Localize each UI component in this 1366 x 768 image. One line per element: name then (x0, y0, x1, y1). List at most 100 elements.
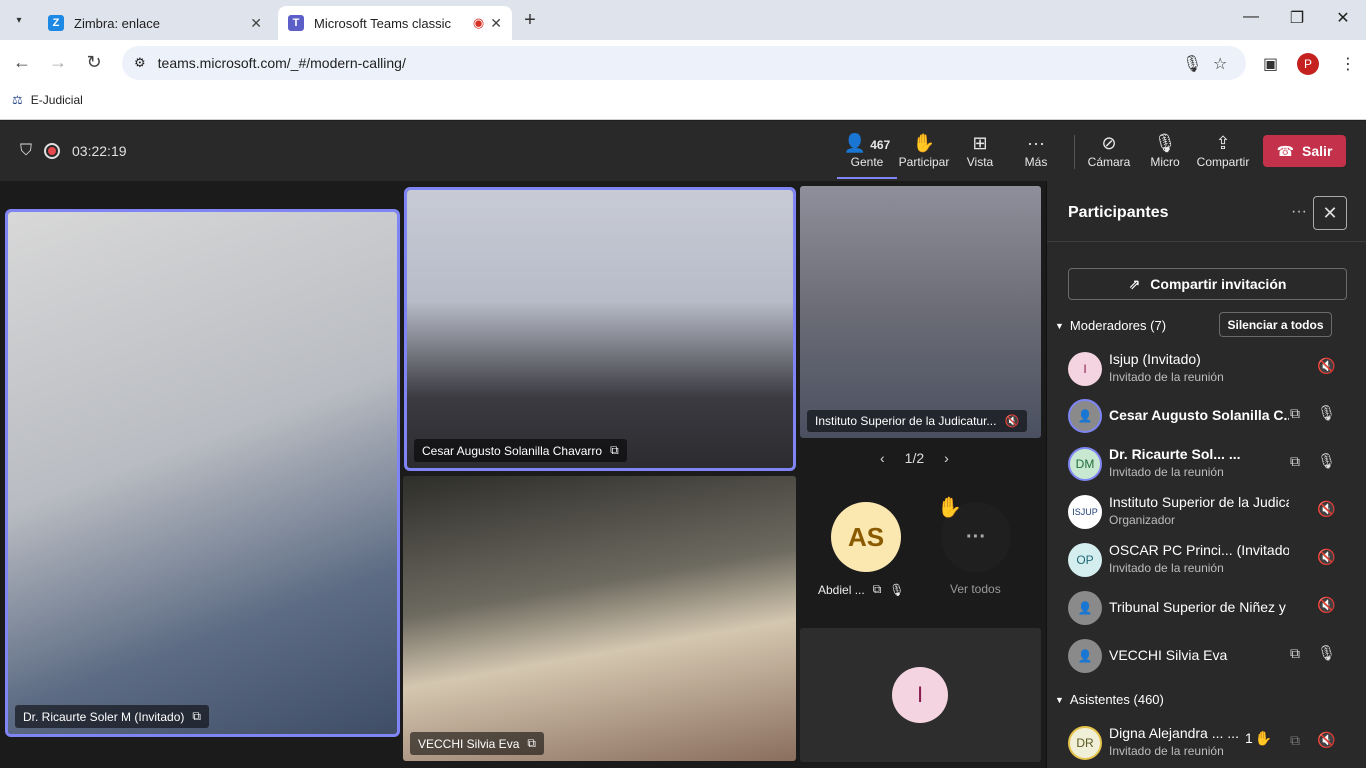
browser-toolbar: ← → ↻ ⚙ teams.microsoft.com/_#/modern-ca… (0, 40, 1366, 86)
participant-row[interactable]: 👤 Cesar Augusto Solanilla C... ⧉ 🎙 (1047, 393, 1366, 439)
video-tile-avatar-i[interactable]: I (800, 628, 1041, 762)
people-icon: 👤 467 (843, 133, 891, 153)
participant-row[interactable]: DM Dr. Ricaurte Sol... ... Invitado de l… (1047, 441, 1366, 487)
close-window-icon[interactable]: ✕ (1328, 8, 1358, 28)
forward-icon[interactable]: → (46, 52, 70, 73)
participant-name: Abdiel ... (818, 582, 865, 597)
bookmark-label: E-Judicial (30, 93, 83, 107)
hand-icon: ✋ (1254, 730, 1273, 746)
screen-share-icon: ⧉ (872, 582, 882, 596)
video-tile-vecchi[interactable]: VECCHI Silvia Eva ⧉ (403, 476, 796, 761)
new-tab-button[interactable]: + (518, 8, 542, 32)
participant-name: Digna Alejandra ... ... (1109, 725, 1239, 741)
close-tab-icon[interactable]: ✕ (250, 15, 262, 32)
moderators-section-header[interactable]: ▼ Moderadores (7) (1055, 318, 1166, 333)
tab-teams[interactable]: T Microsoft Teams classic ◉ ✕ (278, 6, 512, 40)
camera-off-icon: ⊘ (1101, 133, 1117, 153)
more-button[interactable]: ··· Más (1006, 131, 1066, 169)
participant-name: Isjup (Invitado) (1109, 351, 1201, 367)
profile-avatar[interactable]: P (1297, 53, 1319, 75)
tile-name-bar: Instituto Superior de la Judicatur... 🔇 (807, 410, 1028, 432)
bookmark-star-icon[interactable]: ☆ (1213, 54, 1227, 74)
tab-zimbra[interactable]: Z Zimbra: enlace ✕ (38, 6, 272, 40)
leave-button[interactable]: ☎ Salir (1263, 135, 1346, 167)
avatar: 👤 (1068, 399, 1102, 433)
participant-row[interactable]: 👤 Tribunal Superior de Niñez y A... 🔇 (1047, 585, 1366, 631)
participants-panel: Participantes ··· ✕ ⇗ Compartir invitaci… (1046, 181, 1366, 768)
mic-off-icon: 🔇 (1317, 501, 1336, 518)
site-info-icon[interactable]: ⚙ (134, 55, 146, 71)
teams-favicon-icon: T (288, 15, 304, 31)
mute-all-button[interactable]: Silenciar a todos (1219, 312, 1332, 337)
tile-name-bar: VECCHI Silvia Eva ⧉ (410, 732, 544, 755)
people-button[interactable]: 👤 467 Gente (837, 131, 897, 179)
toolbar-divider (1074, 135, 1075, 169)
mic-button[interactable]: 🎙 Micro (1135, 131, 1195, 169)
video-tile-instituto[interactable]: Instituto Superior de la Judicatur... 🔇 (800, 186, 1041, 438)
participant-role: Invitado de la reunión (1109, 561, 1224, 575)
camera-label: Cámara (1087, 155, 1131, 169)
participant-role: Organizador (1109, 513, 1176, 527)
screen-share-icon: ⧉ (1290, 732, 1300, 748)
participant-row[interactable]: DR Digna Alejandra ... ... Invitado de l… (1047, 720, 1366, 766)
view-button[interactable]: ⊞ Vista (950, 131, 1010, 169)
url-text: teams.microsoft.com/_#/modern-calling/ (157, 55, 406, 71)
tab-title: Zimbra: enlace (74, 15, 160, 31)
close-panel-icon[interactable]: ✕ (1313, 196, 1347, 230)
mic-off-icon: 🔇 (1317, 732, 1336, 749)
mic-icon: 🎙 (1317, 405, 1337, 422)
raise-hand-button[interactable]: ✋ Participar (894, 131, 954, 169)
screen-share-icon: ⧉ (1290, 645, 1300, 661)
share-invite-button[interactable]: ⇗ Compartir invitación (1068, 268, 1347, 300)
participate-label: Participar (898, 155, 950, 169)
minimize-icon[interactable]: — (1236, 8, 1266, 26)
participant-name: Dr. Ricaurte Soler M (Invitado) (23, 709, 185, 724)
share-button[interactable]: ⇪ Compartir (1193, 131, 1253, 169)
raised-hand-icon: ✋ (937, 497, 962, 519)
phone-hangup-icon: ☎ (1276, 142, 1295, 159)
tile-name-bar: Dr. Ricaurte Soler M (Invitado) ⧉ (15, 705, 209, 728)
close-tab-icon[interactable]: ✕ (490, 15, 502, 32)
chevron-down-icon: ▼ (1055, 694, 1064, 705)
mic-off-icon: 🔇 (1004, 414, 1020, 428)
institution-logo-icon: ISJUP (1068, 495, 1102, 529)
chevron-right-icon[interactable]: › (944, 450, 949, 466)
participant-row[interactable]: 👤 VECCHI Silvia Eva ⧉ 🎙 (1047, 633, 1366, 679)
hand-icon: ✋ (912, 133, 936, 153)
panel-more-icon[interactable]: ··· (1291, 203, 1307, 221)
mic-icon: 🎙 (1317, 453, 1337, 470)
grid-view-icon: ⊞ (972, 133, 988, 153)
camera-button[interactable]: ⊘ Cámara (1079, 131, 1139, 169)
tab-search-icon[interactable]: ▾ (8, 9, 30, 31)
more-label: Más (1024, 155, 1048, 169)
chevron-left-icon[interactable]: ‹ (880, 450, 885, 466)
participant-row[interactable]: OP OSCAR PC Princi... (Invitado) Invitad… (1047, 537, 1366, 583)
address-bar[interactable]: ⚙ teams.microsoft.com/_#/modern-calling/ (122, 46, 1246, 80)
reload-icon[interactable]: ↻ (82, 52, 106, 73)
avatar: 👤 (1068, 591, 1102, 625)
video-tile-ricaurte[interactable]: Dr. Ricaurte Soler M (Invitado) ⧉ (5, 209, 400, 737)
back-icon[interactable]: ← (10, 52, 34, 73)
participant-row[interactable]: ISJUP Instituto Superior de la Judicat..… (1047, 489, 1366, 535)
meeting-timer: 03:22:19 (72, 143, 127, 159)
browser-tab-strip: ▾ Z Zimbra: enlace ✕ T Microsoft Teams c… (0, 0, 1366, 40)
video-tile-cesar[interactable]: Cesar Augusto Solanilla Chavarro ⧉ (404, 187, 796, 471)
attendees-section-header[interactable]: ▼ Asistentes (460) (1055, 692, 1164, 707)
participant-row[interactable]: I Isjup (Invitado) Invitado de la reunió… (1047, 346, 1366, 392)
browser-menu-icon[interactable]: ⋮ (1340, 54, 1356, 74)
microphone-icon[interactable]: 🎙 (1182, 54, 1202, 74)
mic-off-icon: 🎙 (1153, 133, 1177, 153)
restore-icon[interactable]: ❐ (1282, 8, 1312, 28)
mic-label: Micro (1150, 155, 1180, 169)
mic-off-icon: 🔇 (1317, 549, 1336, 566)
side-panel-icon[interactable]: ▣ (1263, 54, 1278, 74)
participant-role: Invitado de la reunión (1109, 370, 1224, 384)
shield-icon[interactable]: ⛉ (20, 142, 32, 160)
participant-role: Invitado de la reunión (1109, 465, 1224, 479)
participant-name: Dr. Ricaurte Sol... ... (1109, 446, 1241, 462)
bookmark-ejudicial[interactable]: ⚖ E-Judicial (12, 93, 83, 107)
participant-name: Instituto Superior de la Judicat... (1109, 494, 1289, 510)
avatar-abdiel[interactable]: AS (831, 502, 901, 572)
avatar: DR (1068, 726, 1102, 760)
screen-share-icon: ⧉ (1290, 405, 1300, 421)
